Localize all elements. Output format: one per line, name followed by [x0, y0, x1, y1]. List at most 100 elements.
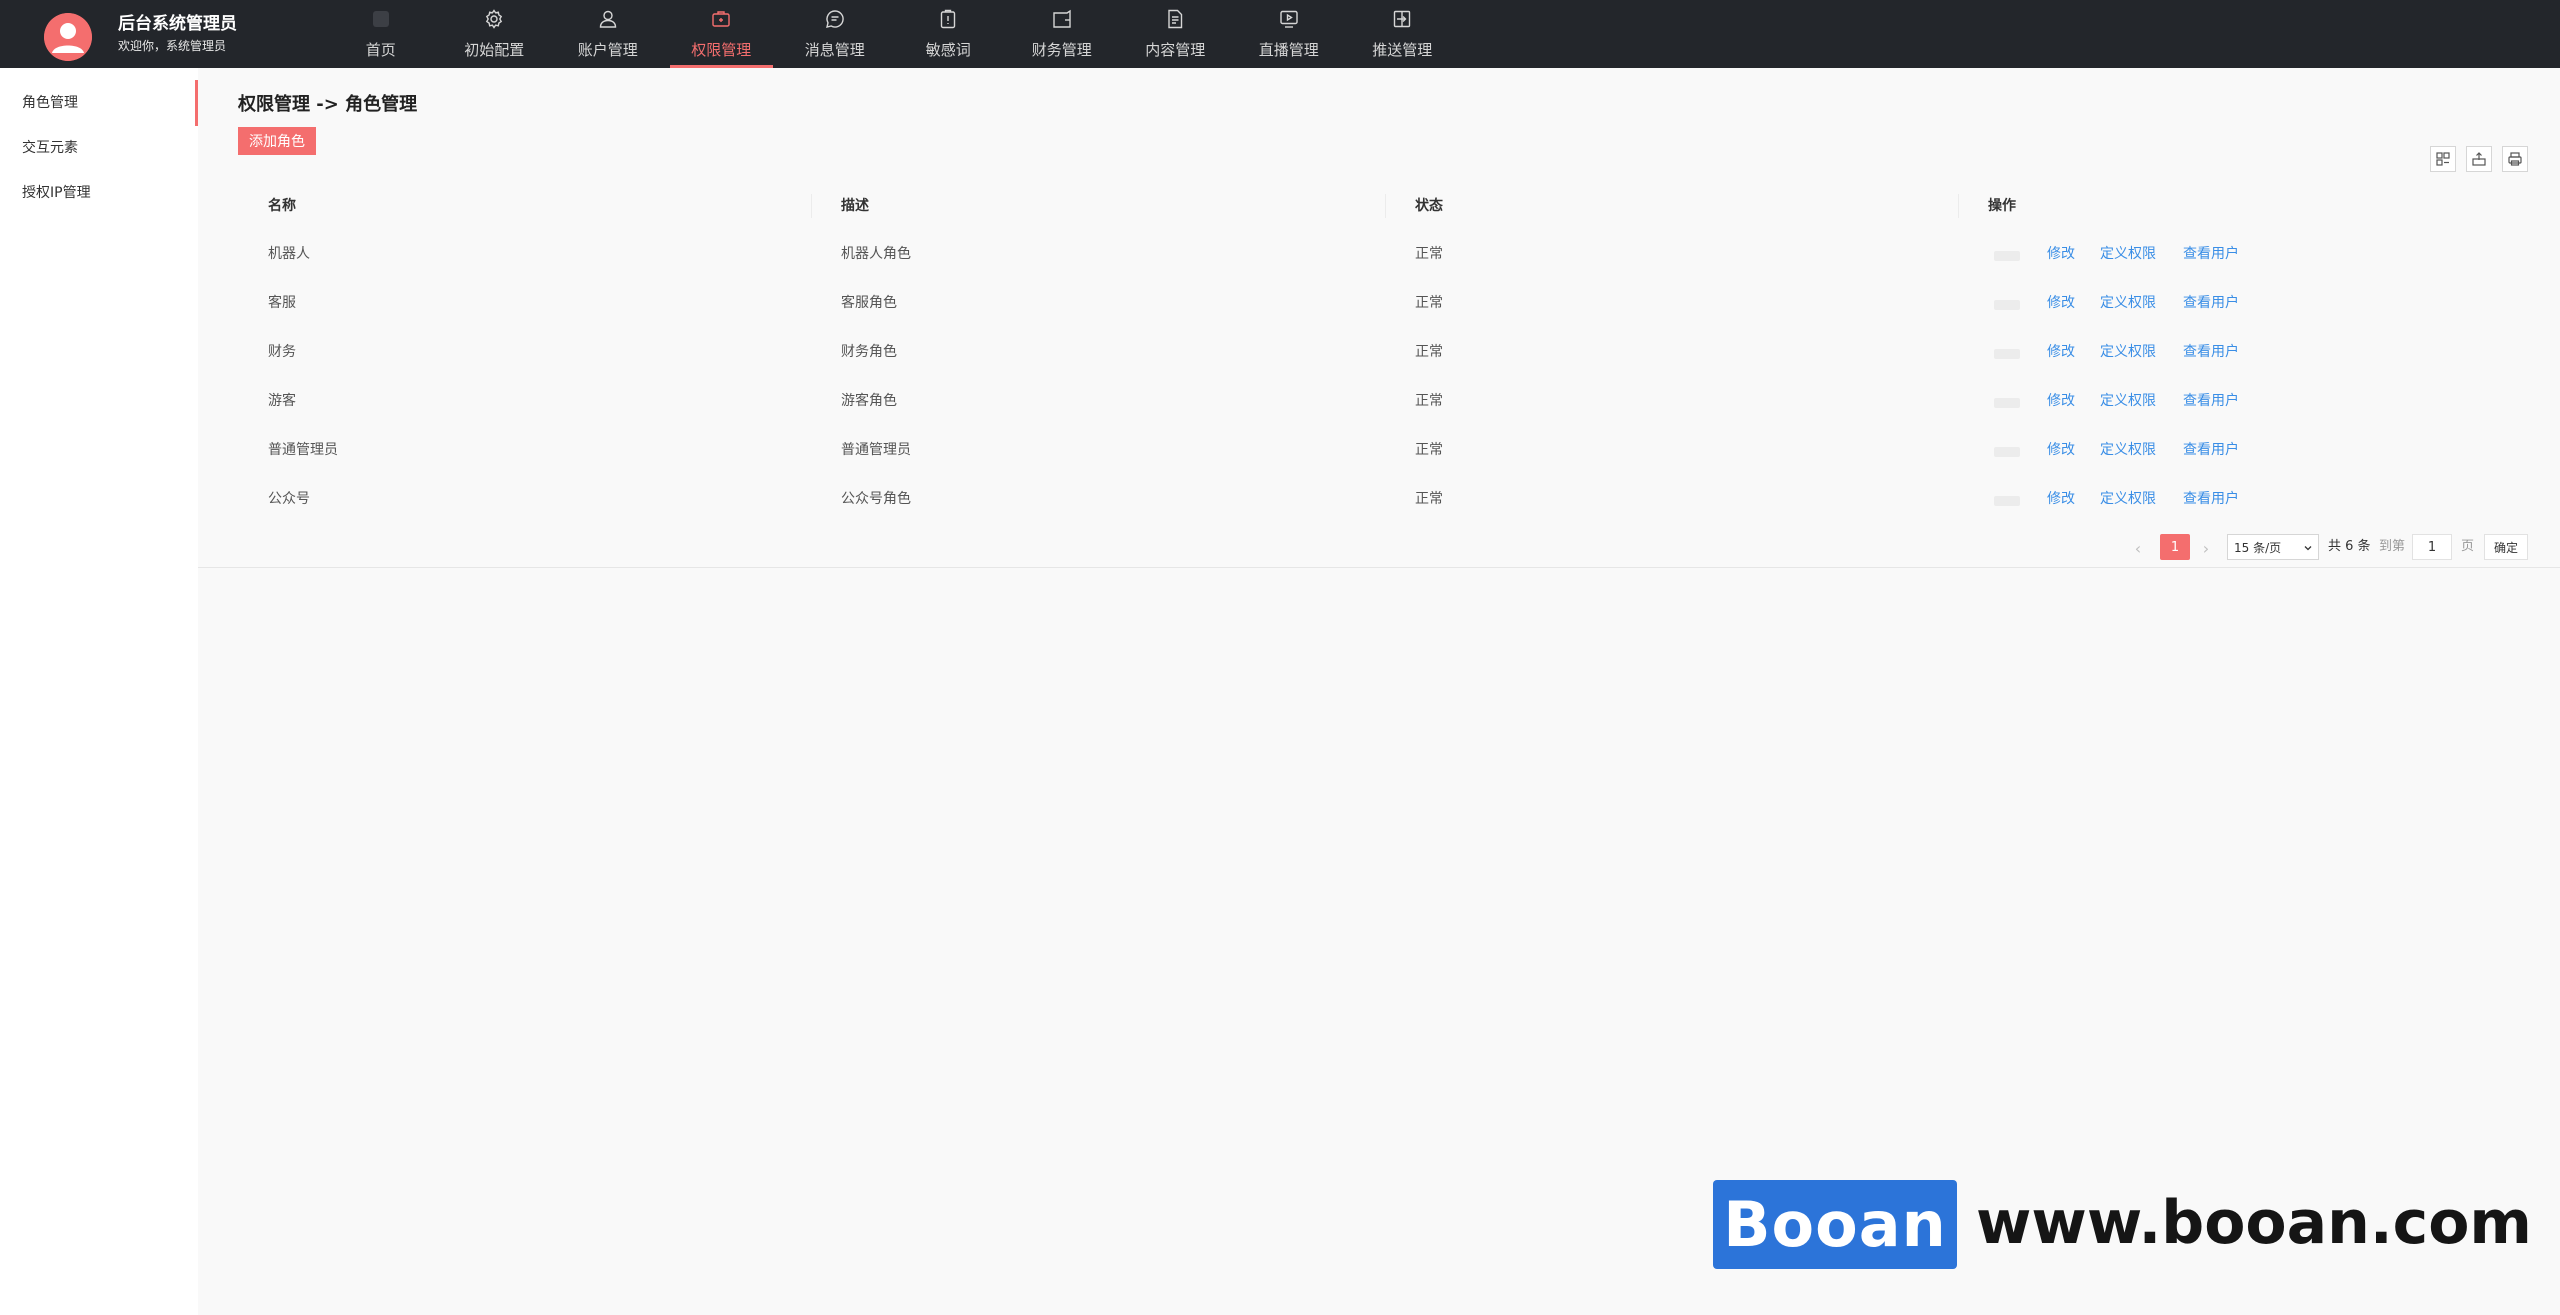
table-row: 游客 游客角色 正常 修改 定义权限 查看用户 — [238, 377, 2540, 426]
cell-status: 正常 — [1415, 442, 1443, 458]
table-header: 名称 描述 状态 操作 — [238, 182, 2540, 230]
nav-label: 敏感词 — [925, 41, 971, 59]
view-users-link[interactable]: 查看用户 — [2183, 377, 2239, 426]
define-permissions-link[interactable]: 定义权限 — [2100, 475, 2156, 524]
define-permissions-link[interactable]: 定义权限 — [2100, 377, 2156, 426]
cell-name: 机器人 — [268, 246, 310, 262]
disabled-action — [1994, 349, 2020, 359]
define-permissions-link[interactable]: 定义权限 — [2100, 426, 2156, 475]
top-bar: 后台系统管理员 欢迎你，系统管理员 首页 初始配置 账户管理 权限管理 消息管理… — [0, 0, 2560, 68]
nav-item-finance[interactable]: 财务管理 — [1005, 0, 1119, 68]
nav-item-messages[interactable]: 消息管理 — [778, 0, 892, 68]
chevron-left-icon: ‹ — [2134, 538, 2142, 558]
print-button[interactable] — [2502, 146, 2528, 172]
sidebar-item-interactive-elements[interactable]: 交互元素 — [22, 137, 78, 157]
table-row: 财务 财务角色 正常 修改 定义权限 查看用户 — [238, 328, 2540, 377]
sidebar: 角色管理 交互元素 授权IP管理 — [0, 68, 198, 1315]
cell-status: 正常 — [1415, 491, 1443, 507]
goto-prefix: 到第 — [2379, 539, 2406, 554]
push-icon — [1391, 8, 1413, 30]
edit-link[interactable]: 修改 — [2047, 279, 2075, 328]
export-button[interactable] — [2466, 146, 2492, 172]
goto-confirm-button[interactable]: 确定 — [2484, 534, 2528, 560]
cell-name: 普通管理员 — [268, 442, 338, 458]
live-tv-icon — [1278, 8, 1300, 30]
edit-link[interactable]: 修改 — [2047, 328, 2075, 377]
nav-item-live[interactable]: 直播管理 — [1232, 0, 1346, 68]
cell-name: 游客 — [268, 393, 296, 409]
chevron-right-icon: › — [2202, 538, 2210, 558]
define-permissions-link[interactable]: 定义权限 — [2100, 328, 2156, 377]
disabled-action — [1994, 251, 2020, 261]
view-users-link[interactable]: 查看用户 — [2183, 475, 2239, 524]
cell-description: 机器人角色 — [841, 246, 911, 262]
cell-description: 财务角色 — [841, 344, 897, 360]
briefcase-icon — [710, 8, 732, 30]
page-number-current[interactable]: 1 — [2160, 534, 2190, 560]
nav-label: 财务管理 — [1031, 41, 1092, 59]
export-icon — [2472, 152, 2486, 166]
welcome-text: 欢迎你，系统管理员 — [118, 39, 227, 53]
disabled-action — [1994, 300, 2020, 310]
watermark-logo: Booan — [1713, 1180, 1957, 1269]
nav-item-accounts[interactable]: 账户管理 — [551, 0, 665, 68]
nav-item-config[interactable]: 初始配置 — [438, 0, 552, 68]
nav-label: 消息管理 — [804, 41, 865, 59]
cell-name: 客服 — [268, 295, 296, 311]
user-icon — [597, 8, 619, 30]
document-icon — [1164, 8, 1186, 30]
columns-icon — [2436, 152, 2450, 166]
view-users-link[interactable]: 查看用户 — [2183, 279, 2239, 328]
edit-link[interactable]: 修改 — [2047, 426, 2075, 475]
nav-item-push[interactable]: 推送管理 — [1346, 0, 1460, 68]
home-icon — [370, 8, 392, 30]
column-divider — [811, 194, 812, 218]
view-users-link[interactable]: 查看用户 — [2183, 328, 2239, 377]
nav-item-sensitive-words[interactable]: 敏感词 — [892, 0, 1006, 68]
chevron-down-icon — [2304, 546, 2312, 551]
cell-description: 普通管理员 — [841, 442, 911, 458]
page-size-select[interactable]: 15 条/页 — [2227, 534, 2319, 560]
goto-suffix: 页 — [2461, 539, 2475, 554]
edit-link[interactable]: 修改 — [2047, 230, 2075, 279]
column-header-status: 状态 — [1415, 198, 1443, 214]
gear-icon — [483, 8, 505, 30]
nav-label: 权限管理 — [691, 41, 752, 59]
column-divider — [1385, 194, 1386, 218]
app-title: 后台系统管理员 — [118, 14, 237, 34]
message-icon — [824, 8, 846, 30]
table-row: 普通管理员 普通管理员 正常 修改 定义权限 查看用户 — [238, 426, 2540, 475]
cell-status: 正常 — [1415, 393, 1443, 409]
nav-label: 直播管理 — [1258, 41, 1319, 59]
edit-link[interactable]: 修改 — [2047, 377, 2075, 426]
view-users-link[interactable]: 查看用户 — [2183, 426, 2239, 475]
nav-item-permissions[interactable]: 权限管理 — [665, 0, 779, 68]
cell-description: 客服角色 — [841, 295, 897, 311]
sidebar-item-roles[interactable]: 角色管理 — [22, 92, 78, 112]
nav-label: 首页 — [365, 41, 396, 59]
content-divider — [198, 567, 2560, 568]
sidebar-item-ip-auth[interactable]: 授权IP管理 — [22, 182, 91, 202]
add-role-button[interactable]: 添加角色 — [238, 127, 316, 155]
main-content: 权限管理 -> 角色管理 添加角色 名称 描述 状态 操作 机器人 机器人角色 … — [198, 68, 2560, 568]
columns-toggle-button[interactable] — [2430, 146, 2456, 172]
cell-description: 游客角色 — [841, 393, 897, 409]
cell-status: 正常 — [1415, 344, 1443, 360]
nav-item-content[interactable]: 内容管理 — [1119, 0, 1233, 68]
nav-label: 初始配置 — [464, 41, 525, 59]
edit-link[interactable]: 修改 — [2047, 475, 2075, 524]
table-row: 客服 客服角色 正常 修改 定义权限 查看用户 — [238, 279, 2540, 328]
avatar[interactable] — [44, 13, 92, 61]
prev-page-button[interactable]: ‹ — [2128, 534, 2148, 562]
define-permissions-link[interactable]: 定义权限 — [2100, 230, 2156, 279]
column-header-actions: 操作 — [1988, 198, 2016, 214]
goto-page-input[interactable] — [2412, 534, 2452, 560]
watermark-brand: Booan — [1723, 1188, 1947, 1261]
page-size-value: 15 条/页 — [2234, 540, 2282, 555]
define-permissions-link[interactable]: 定义权限 — [2100, 279, 2156, 328]
next-page-button[interactable]: › — [2196, 534, 2216, 562]
wallet-icon — [1051, 8, 1073, 30]
view-users-link[interactable]: 查看用户 — [2183, 230, 2239, 279]
nav-label: 账户管理 — [577, 41, 638, 59]
nav-item-home[interactable]: 首页 — [324, 0, 438, 68]
